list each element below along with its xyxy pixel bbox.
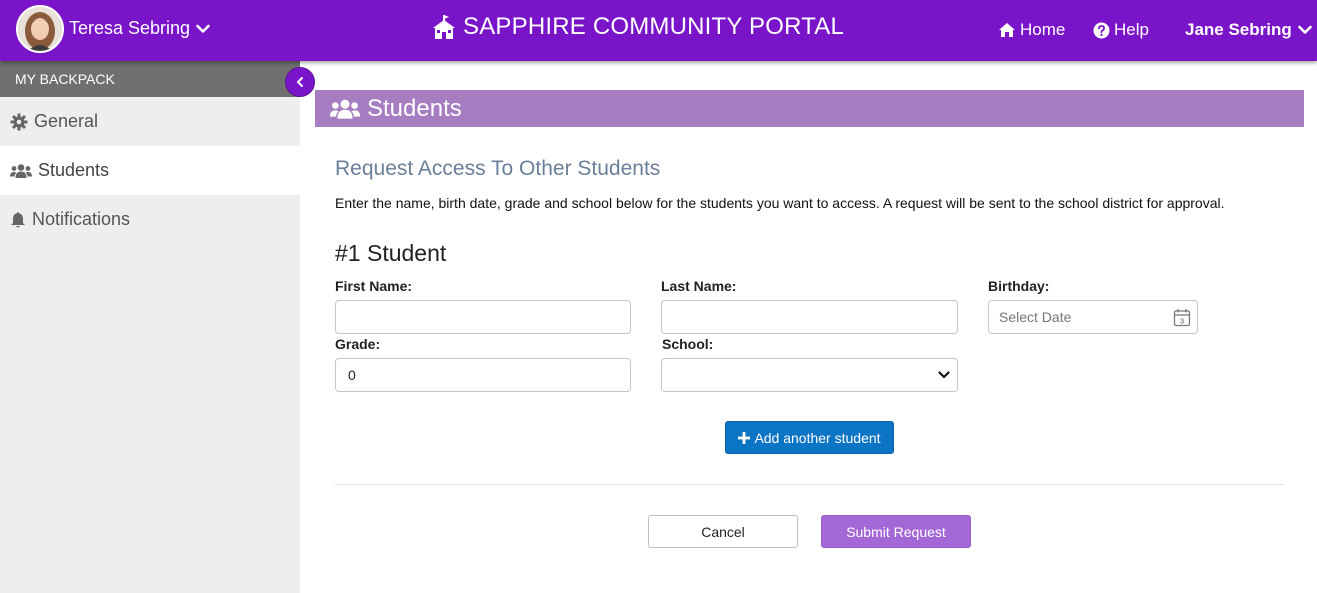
sidebar-section-label: MY BACKPACK (0, 61, 300, 97)
chevron-left-icon (297, 77, 303, 87)
brand: SAPPHIRE COMMUNITY PORTAL (431, 13, 844, 41)
request-description: Enter the name, birth date, grade and sc… (335, 195, 1225, 211)
school-select[interactable] (661, 358, 958, 392)
nav-home-link[interactable]: Home (998, 20, 1065, 40)
top-bar: Teresa Sebring SAPPHIRE COMMUNITY PORTAL… (0, 0, 1317, 61)
first-name-label: First Name: (335, 278, 413, 294)
cancel-button[interactable]: Cancel (648, 515, 798, 548)
nav-home-label: Home (1020, 20, 1066, 39)
nav-help-link[interactable]: Help (1093, 20, 1149, 40)
school-label: School: (662, 336, 714, 352)
student-heading: #1 Student (335, 240, 447, 266)
nav-help-label: Help (1114, 20, 1149, 39)
last-name-field[interactable] (661, 300, 958, 334)
section-header: Students (315, 90, 1304, 127)
request-title: Request Access To Other Students (335, 157, 661, 180)
brand-title: SAPPHIRE COMMUNITY PORTAL (463, 13, 845, 40)
grade-label: Grade: (335, 336, 381, 352)
account-menu[interactable]: Jane Sebring (1185, 20, 1312, 40)
help-circle-icon (1093, 22, 1110, 38)
birthday-date-picker[interactable]: 3 (988, 300, 1198, 334)
add-student-button[interactable]: Add another student (725, 421, 894, 454)
plus-icon (738, 431, 751, 444)
last-name-label: Last Name: (661, 278, 737, 294)
sidebar-item-label: General (34, 111, 99, 131)
sidebar-item-label: Notifications (32, 209, 131, 229)
avatar[interactable] (16, 5, 64, 53)
bell-icon (11, 211, 25, 227)
sidebar-item-general[interactable]: General (0, 97, 300, 146)
user-photo-icon (18, 7, 62, 51)
user-menu[interactable]: Teresa Sebring (69, 18, 210, 39)
sidebar-item-students[interactable]: Students (0, 146, 300, 195)
calendar-icon[interactable]: 3 (1173, 308, 1191, 327)
sidebar-item-notifications[interactable]: Notifications (0, 195, 300, 244)
grade-field[interactable] (335, 358, 631, 392)
chevron-down-icon (1297, 25, 1312, 34)
chevron-down-icon (196, 24, 210, 33)
account-name: Jane Sebring (1185, 20, 1292, 39)
add-student-label: Add another student (754, 429, 881, 446)
submit-request-button[interactable]: Submit Request (821, 515, 971, 548)
gear-icon (10, 113, 28, 130)
sidebar-item-label: Students (38, 160, 110, 180)
sidebar-collapse-button[interactable] (285, 67, 315, 97)
form-divider (335, 484, 1284, 485)
first-name-field[interactable] (335, 300, 631, 334)
birthday-field[interactable] (989, 302, 1169, 332)
home-icon (999, 23, 1015, 37)
users-icon (329, 99, 361, 119)
calendar-day: 3 (1180, 317, 1184, 326)
birthday-label: Birthday: (988, 278, 1050, 294)
section-title: Students (367, 94, 462, 122)
user-name: Teresa Sebring (69, 18, 191, 38)
users-icon (10, 163, 32, 178)
sidebar: MY BACKPACK General Students Notificatio… (0, 61, 300, 593)
school-house-icon (433, 15, 455, 39)
chevron-down-icon (938, 371, 950, 379)
